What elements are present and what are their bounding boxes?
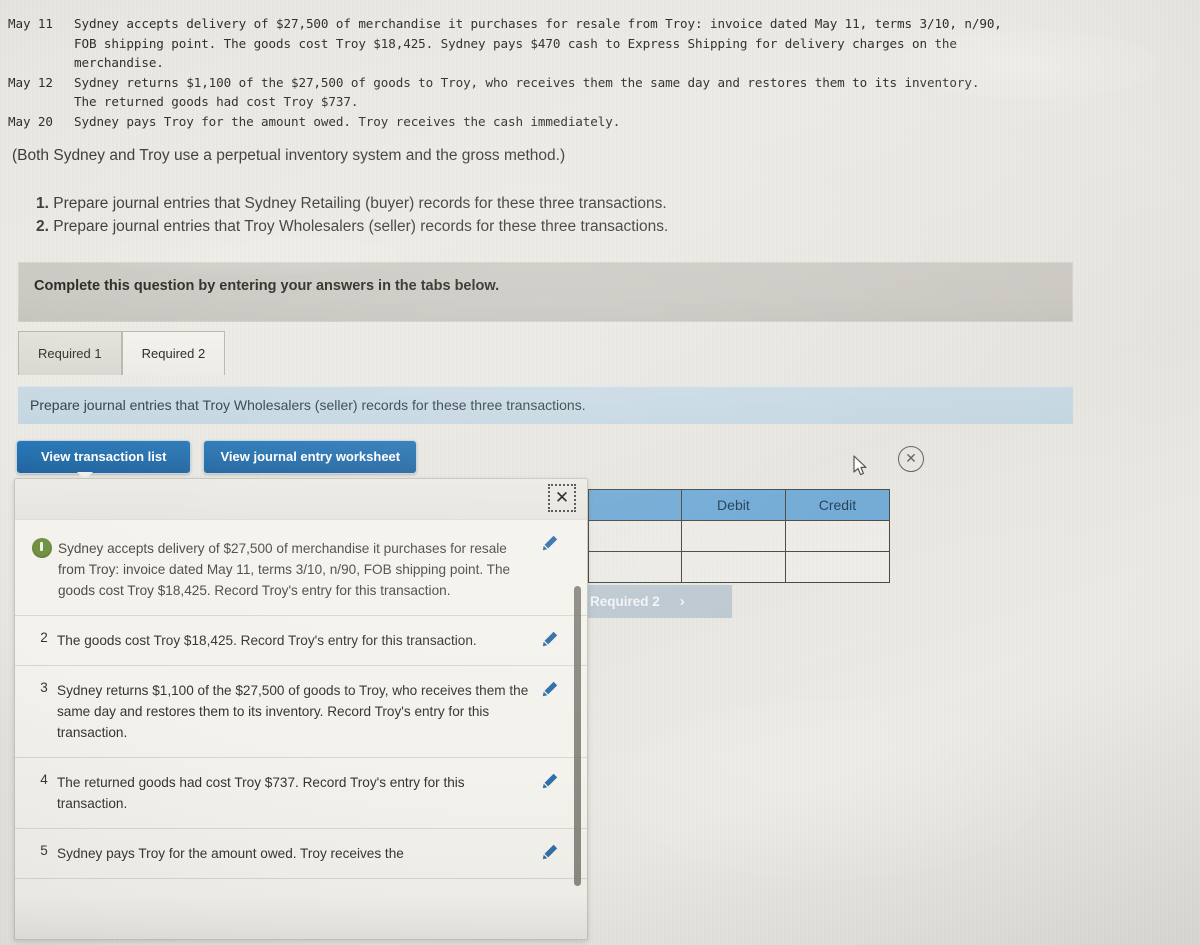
tab-instruction-text: Prepare journal entries that Troy Wholes… [30,397,586,413]
narrative-body: Sydney accepts delivery of $27,500 of me… [74,14,1128,73]
transaction-list-scrollbar[interactable] [574,586,581,886]
view-transaction-list-button[interactable]: View transaction list [16,440,192,480]
circle-x-icon[interactable]: ✕ [898,446,924,472]
edit-pencil-icon[interactable] [541,772,559,790]
column-header-account [588,489,682,521]
narrative-row: May 20 Sydney pays Troy for the amount o… [8,112,1128,132]
list-item-number: 3 [40,680,48,695]
tab-required-1[interactable]: Required 1 [18,331,122,375]
narrative-date: May 11 [8,16,53,31]
narrative-row: May 12 Sydney returns $1,100 of the $27,… [8,73,1128,112]
close-x-icon[interactable]: ✕ [548,484,576,512]
transaction-narrative: May 11 Sydney accepts delivery of $27,50… [8,14,1128,131]
journal-entry-table: Debit Credit [588,489,891,583]
list-item-text: The returned goods had cost Troy $737. R… [57,775,465,811]
list-item-text: Sydney returns $1,100 of the $27,500 of … [57,683,529,740]
cell-account[interactable] [588,520,682,552]
transaction-list-body: Sydney accepts delivery of $27,500 of me… [15,520,587,939]
chevron-right-icon: › [679,593,685,610]
list-item-number: 2 [40,630,48,645]
cell-credit[interactable] [784,551,891,583]
narrative-line: FOB shipping point. The goods cost Troy … [74,35,957,51]
edit-pencil-icon[interactable] [541,630,559,648]
transaction-list-header: ✕ [15,479,587,520]
requirement-number: 1. [36,195,49,212]
required-2-nav-button[interactable]: Required 2 › [582,585,732,618]
requirement-item: 2. Prepare journal entries that Troy Who… [36,215,668,238]
narrative-line: Sydney pays Troy for the amount owed. Tr… [74,113,621,129]
perpetual-inventory-note: (Both Sydney and Troy use a perpetual in… [12,147,566,164]
screen-glare [620,700,1040,880]
table-row[interactable] [588,520,891,552]
narrative-row: May 11 Sydney accepts delivery of $27,50… [8,14,1128,73]
narrative-line: The returned goods had cost Troy $737. [74,94,359,109]
complete-question-banner-text: Complete this question by entering your … [34,278,500,294]
view-journal-entry-worksheet-button[interactable]: View journal entry worksheet [203,440,418,474]
requirement-number: 2. [36,218,49,235]
requirement-text: Prepare journal entries that Sydney Reta… [53,195,667,212]
cell-debit[interactable] [680,551,786,583]
list-item-number: 5 [40,843,48,858]
tab-instruction-bar: Prepare journal entries that Troy Wholes… [18,386,1073,424]
narrative-body: Sydney returns $1,100 of the $27,500 of … [74,73,1128,112]
requirement-text: Prepare journal entries that Troy Wholes… [53,218,669,235]
edit-pencil-icon[interactable] [541,534,559,552]
list-item[interactable]: 3 Sydney returns $1,100 of the $27,500 o… [15,666,587,758]
edit-pencil-icon[interactable] [541,680,559,698]
action-button-row: View transaction list View journal entry… [16,440,418,480]
list-item-text: Sydney pays Troy for the amount owed. Tr… [57,846,404,861]
complete-question-banner: Complete this question by entering your … [18,262,1073,322]
edit-pencil-icon[interactable] [541,843,559,861]
green-status-badge [32,538,52,558]
cell-credit[interactable] [784,520,891,552]
narrative-date: May 12 [8,74,53,90]
transaction-list-panel: ✕ Sydney accepts delivery of $27,500 of … [14,478,588,940]
cell-debit[interactable] [680,520,786,552]
required-2-nav-label: Required 2 [590,594,660,609]
mouse-pointer-icon [853,455,869,482]
list-item[interactable]: 4 The returned goods had cost Troy $737.… [15,758,587,829]
list-item-text: The goods cost Troy $18,425. Record Troy… [57,633,477,648]
list-item[interactable]: 2 The goods cost Troy $18,425. Record Tr… [15,616,587,666]
tab-label: Required 2 [141,346,206,361]
cell-account[interactable] [588,551,682,583]
requirement-item: 1. Prepare journal entries that Sydney R… [36,192,668,215]
list-item-number: 4 [40,772,48,787]
list-item[interactable]: Sydney accepts delivery of $27,500 of me… [15,520,587,616]
table-header-row: Debit Credit [588,489,891,521]
narrative-line: Sydney returns $1,100 of the $27,500 of … [74,74,980,90]
list-item-text: Sydney accepts delivery of $27,500 of me… [58,541,511,598]
narrative-body: Sydney pays Troy for the amount owed. Tr… [74,112,1128,132]
column-header-debit: Debit [680,489,786,521]
tab-required-2[interactable]: Required 2 [121,331,226,375]
required-tabs: Required 1 Required 2 [18,330,226,375]
list-item[interactable]: 5 Sydney pays Troy for the amount owed. … [15,829,587,879]
tab-label: Required 1 [38,346,102,361]
screenshot-root: May 11 Sydney accepts delivery of $27,50… [0,0,1200,945]
table-row[interactable] [588,551,891,583]
narrative-line: merchandise. [74,55,164,70]
requirements-list: 1. Prepare journal entries that Sydney R… [36,192,668,238]
list-bottom-fade [15,895,587,939]
narrative-date: May 20 [8,113,53,129]
narrative-line: Sydney accepts delivery of $27,500 of me… [74,16,1002,31]
column-header-credit: Credit [784,489,891,521]
